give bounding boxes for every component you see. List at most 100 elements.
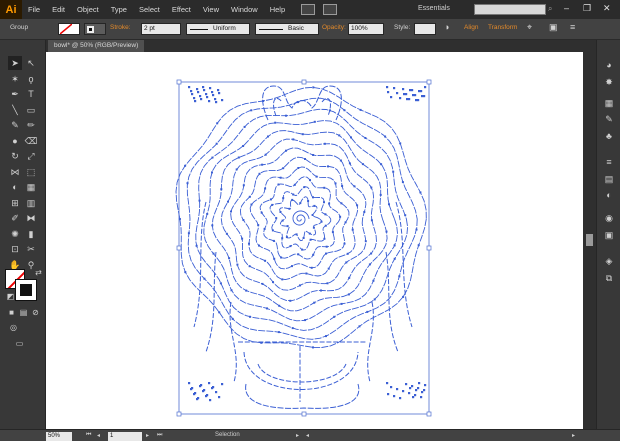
menu-object[interactable]: Object [71,5,105,14]
previous-artboard-icon[interactable]: ◂ [97,432,100,439]
anchor-point [328,202,331,205]
blend-tool-icon[interactable]: ⧓ [24,211,38,225]
selection-tool-icon[interactable]: ➤ [8,56,22,70]
transparency-panel-icon[interactable]: ◐ [603,190,615,201]
scroll-right-icon[interactable]: ▸ [572,432,575,439]
recolor-artwork-icon[interactable]: ◑ [444,22,449,32]
width-tool-icon[interactable]: ⋈ [8,165,22,179]
menu-help[interactable]: Help [264,5,291,14]
anchor-point [384,135,387,138]
rotate-tool-icon[interactable]: ↻ [8,149,22,163]
swatches-panel-icon[interactable]: ▦ [603,98,615,109]
menu-effect[interactable]: Effect [166,5,197,14]
search-icon[interactable]: ⌕ [548,4,552,14]
menu-edit[interactable]: Edit [46,5,71,14]
menu-file[interactable]: File [22,5,46,14]
bridge-icon[interactable] [301,4,316,15]
shape-builder-tool-icon[interactable]: ◐ [8,180,22,194]
fill-color-dropdown[interactable] [58,23,80,35]
arrange-documents-icon[interactable] [323,4,338,15]
workspace-switcher[interactable]: Essentials [418,5,450,12]
stroke-swatch[interactable] [15,279,37,301]
paintbrush-tool-icon[interactable]: ✎ [8,118,22,132]
artboards-panel-icon[interactable]: ⧉ [603,273,615,284]
anchor-point [195,244,198,247]
mesh-tool-icon[interactable]: ⊞ [8,196,22,210]
gradient-panel-icon[interactable]: ▤ [603,174,615,185]
screen-mode-icon[interactable]: ▭ [14,338,25,349]
column-graph-tool-icon[interactable]: ▮ [24,227,38,241]
align-link[interactable]: Align [464,24,478,31]
brush-definition-dropdown[interactable]: Basic [255,23,319,35]
menu-type[interactable]: Type [105,5,133,14]
scroll-left-icon[interactable]: ◂ [306,432,309,439]
free-transform-tool-icon[interactable]: ⬚ [24,165,38,179]
color-panel-icon[interactable]: ◕ [603,60,615,71]
layers-panel-icon[interactable]: ◈ [603,256,615,267]
transform-link[interactable]: Transform [488,24,517,31]
panel-menu-icon[interactable]: ≡ [570,22,575,32]
rectangle-tool-icon[interactable]: ▭ [24,103,38,117]
lasso-tool-icon[interactable]: ϙ [24,72,38,86]
stroke-label[interactable]: Stroke: [110,24,131,31]
artboard-canvas[interactable] [46,52,583,429]
slice-tool-icon[interactable]: ✂ [24,242,38,256]
direct-selection-tool-icon[interactable]: ↖ [24,56,38,70]
anchor-point [291,198,294,201]
default-colors-icon[interactable]: ◩ [5,291,16,302]
stroke-panel-icon[interactable]: ≡ [603,157,615,168]
draw-mode-icon[interactable]: ◎ [8,322,19,333]
isolate-group-icon[interactable]: ⌖ [527,22,532,33]
gradient-mode-icon[interactable]: ▤ [18,307,29,318]
artboard-number-field[interactable]: 1 [108,432,142,441]
last-artboard-icon[interactable]: ⏭ [157,432,162,439]
line-tool-icon[interactable]: ╲ [8,103,22,117]
magic-wand-tool-icon[interactable]: ✶ [8,72,22,86]
eraser-tool-icon[interactable]: ⌫ [24,134,38,148]
type-tool-icon[interactable]: T [24,87,38,101]
variable-width-profile-dropdown[interactable]: Uniform [186,23,250,35]
scrollbar-thumb[interactable] [586,234,593,246]
scale-tool-icon[interactable]: ⤢ [24,149,38,163]
menu-view[interactable]: View [197,5,225,14]
opacity-field[interactable]: 100% [348,23,384,35]
artwork[interactable] [46,52,583,429]
graphic-styles-panel-icon[interactable]: ▣ [603,230,615,241]
scatter-fragment-bottom-right [386,382,389,385]
graphic-style-dropdown[interactable] [414,23,436,35]
scatter-fragment-top-right [418,90,421,93]
stroke-color-dropdown[interactable] [84,23,106,35]
pencil-tool-icon[interactable]: ✏ [24,118,38,132]
none-mode-icon[interactable]: ⊘ [30,307,41,318]
brushes-panel-icon[interactable]: ✎ [603,114,615,125]
status-menu-icon[interactable]: ▸ [296,432,299,439]
minimize-button[interactable]: – [564,3,569,13]
gradient-tool-icon[interactable]: ▥ [24,196,38,210]
menu-window[interactable]: Window [225,5,264,14]
appearance-panel-icon[interactable]: ◉ [603,213,615,224]
vertical-scrollbar[interactable] [583,52,596,429]
pen-tool-icon[interactable]: ✒ [8,87,22,101]
menu-select[interactable]: Select [133,5,166,14]
close-button[interactable]: ✕ [603,3,611,14]
artboard-tool-icon[interactable]: ⊡ [8,242,22,256]
select-similar-icon[interactable]: ▣ [549,22,558,33]
anchor-point [249,315,251,318]
color-guide-icon[interactable]: ✸ [603,77,615,88]
perspective-grid-tool-icon[interactable]: ▦ [24,180,38,194]
color-mode-icon[interactable]: ■ [6,307,17,318]
next-artboard-icon[interactable]: ▸ [146,432,149,439]
stroke-weight-field[interactable]: 2 pt [141,23,181,35]
restore-button[interactable]: ❐ [583,3,591,14]
document-tab[interactable]: bowl* @ 50% (RGB/Preview) [48,40,145,52]
swap-colors-icon[interactable]: ⇄ [33,267,44,278]
bounding-box-handle [426,79,432,85]
blob-brush-tool-icon[interactable]: ● [8,134,22,148]
opacity-label[interactable]: Opacity: [322,24,346,31]
first-artboard-icon[interactable]: ⏮ [86,432,91,439]
symbols-panel-icon[interactable]: ♣ [603,131,615,142]
symbol-sprayer-tool-icon[interactable]: ✺ [8,227,22,241]
eyedropper-tool-icon[interactable]: ✐ [8,211,22,225]
search-input[interactable] [474,4,546,15]
zoom-field[interactable]: 50% [46,432,72,441]
